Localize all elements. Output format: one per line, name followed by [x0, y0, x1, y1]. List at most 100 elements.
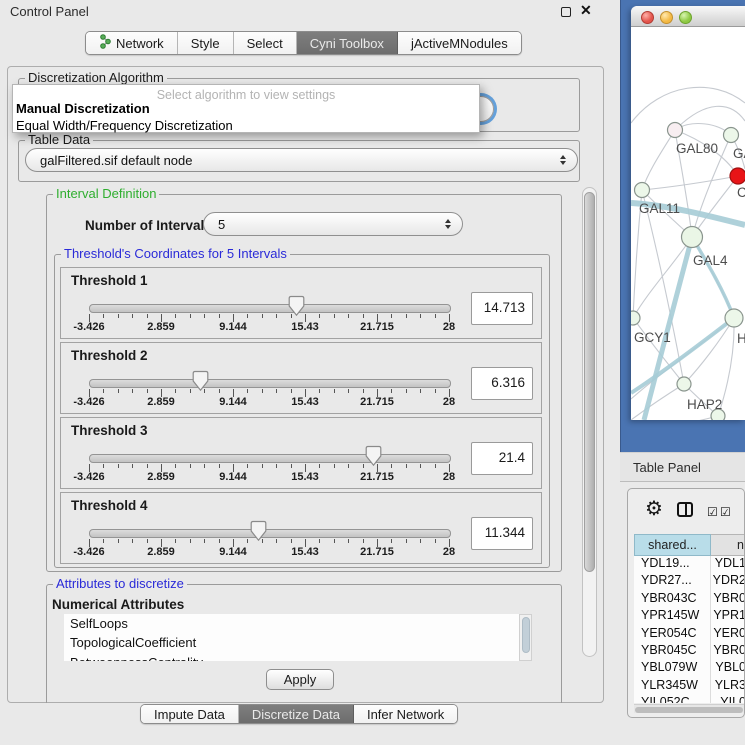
cell-name: YBL0: [709, 660, 745, 677]
network-node-label: H: [737, 331, 745, 346]
table-row[interactable]: YBR045CYBR0: [634, 643, 745, 660]
slider-thumb[interactable]: [288, 295, 305, 317]
tick-label: 2.859: [147, 546, 175, 558]
network-node-ga[interactable]: [724, 128, 739, 143]
slider-track[interactable]: [89, 304, 451, 313]
minor-tick: [420, 464, 421, 468]
minor-tick: [118, 539, 119, 543]
minor-tick: [247, 389, 248, 393]
cell-shared-name: YDR27...: [634, 573, 707, 590]
tab-style[interactable]: Style: [178, 32, 234, 54]
spinner-arrows-icon: [445, 219, 451, 229]
column-header-shared[interactable]: shared...: [634, 534, 711, 556]
network-node-c[interactable]: [730, 168, 745, 184]
minor-tick: [204, 539, 205, 543]
panel-scrollbar-thumb[interactable]: [584, 192, 595, 572]
gear-icon[interactable]: ⚙: [645, 496, 663, 521]
cell-shared-name: YBR045C: [634, 643, 707, 660]
minor-tick: [276, 314, 277, 318]
network-node-gcy1[interactable]: [631, 311, 640, 325]
minor-tick: [406, 539, 407, 543]
threshold-value-field[interactable]: 6.316: [471, 367, 533, 400]
minor-tick: [363, 539, 364, 543]
tab-infer-network[interactable]: Infer Network: [354, 705, 457, 723]
attribute-item-betweennesscentrality[interactable]: BetweennessCentrality: [64, 653, 519, 661]
table-hscrollbar[interactable]: [634, 704, 745, 713]
threshold-value-field[interactable]: 21.4: [471, 442, 533, 475]
tick-label: -3.426: [73, 546, 104, 558]
split-columns-icon[interactable]: [677, 502, 693, 517]
tick-label: -3.426: [73, 471, 104, 483]
slider-track[interactable]: [89, 529, 451, 538]
network-canvas[interactable]: GAL80GACGAL11GAL4GCY1HHAP2: [631, 27, 745, 420]
minor-tick: [132, 464, 133, 468]
minor-tick: [363, 314, 364, 318]
minimize-traffic-light-icon[interactable]: [660, 11, 673, 24]
table-row[interactable]: YBL079WYBL0: [634, 660, 745, 677]
network-node-h[interactable]: [725, 309, 743, 327]
tab-label: Infer Network: [367, 707, 444, 722]
column-header-name[interactable]: n...: [711, 534, 745, 556]
tick-label: 2.859: [147, 471, 175, 483]
number-of-intervals-combobox[interactable]: 5: [203, 212, 463, 236]
slider-thumb[interactable]: [365, 445, 382, 467]
network-node-gal80[interactable]: [668, 123, 683, 138]
apply-button[interactable]: Apply: [266, 669, 334, 690]
threshold-panel-4: Threshold 4-3.4262.8599.14415.4321.71528…: [60, 492, 542, 564]
close-traffic-light-icon[interactable]: [641, 11, 654, 24]
table-row[interactable]: YIL052CYIL0: [634, 695, 745, 703]
attribute-item-topologicalcoefficient[interactable]: TopologicalCoefficient: [64, 633, 519, 652]
threshold-value-field[interactable]: 11.344: [471, 517, 533, 550]
network-window[interactable]: GAL80GACGAL11GAL4GCY1HHAP2: [631, 6, 745, 420]
table-row[interactable]: YLR345WYLR3: [634, 678, 745, 695]
slider-track[interactable]: [89, 379, 451, 388]
checkbox-checked-icon[interactable]: ☑: [707, 505, 718, 519]
minor-tick: [262, 464, 263, 468]
network-node-gal11[interactable]: [635, 183, 650, 198]
attributes-scrollbar-thumb[interactable]: [522, 617, 530, 653]
slider-track[interactable]: [89, 454, 451, 463]
table-hscrollbar-thumb[interactable]: [635, 707, 743, 713]
minor-tick: [262, 314, 263, 318]
minor-tick: [103, 539, 104, 543]
minor-tick: [435, 539, 436, 543]
table-row[interactable]: YER054CYER0: [634, 626, 745, 643]
table-row[interactable]: YDR27...YDR2: [634, 573, 745, 590]
table-data-combobox[interactable]: galFiltered.sif default node: [25, 148, 578, 172]
tab-select[interactable]: Select: [234, 32, 297, 54]
attribute-item-selfloops[interactable]: SelfLoops: [64, 614, 519, 633]
table-row[interactable]: YBR043CYBR0: [634, 591, 745, 608]
network-node-hap2[interactable]: [677, 377, 691, 391]
minor-tick: [219, 464, 220, 468]
table-row[interactable]: YPR145WYPR1: [634, 608, 745, 625]
minor-tick: [420, 389, 421, 393]
network-window-titlebar[interactable]: [631, 6, 745, 27]
tab-label: Style: [191, 36, 220, 51]
tab-impute-data[interactable]: Impute Data: [141, 705, 239, 723]
slider-thumb[interactable]: [192, 370, 209, 392]
network-edge: [692, 176, 738, 237]
minor-tick: [204, 314, 205, 318]
tick-label: 9.144: [219, 321, 247, 333]
tab-discretize-data[interactable]: Discretize Data: [239, 705, 354, 723]
zoom-traffic-light-icon[interactable]: [679, 11, 692, 24]
tab-network[interactable]: Network: [86, 32, 178, 54]
network-node-label: GCY1: [634, 330, 671, 345]
slider-thumb[interactable]: [250, 520, 267, 542]
close-icon[interactable]: ✕: [580, 2, 592, 19]
algorithm-option-equal-width[interactable]: Equal Width/Frequency Discretization: [16, 118, 233, 133]
network-edge: [642, 176, 738, 190]
attributes-scrollbar[interactable]: [519, 614, 532, 661]
tab-cyni-toolbox[interactable]: Cyni Toolbox: [297, 32, 398, 54]
float-window-icon[interactable]: [561, 7, 571, 17]
minor-tick: [363, 464, 364, 468]
interval-definition-title: Interval Definition: [53, 186, 159, 201]
cell-name: YDR2: [707, 573, 745, 590]
minor-tick: [190, 464, 191, 468]
network-node-gal4[interactable]: [682, 227, 703, 248]
checkbox-checked-icon[interactable]: ☑: [720, 505, 731, 519]
threshold-value-field[interactable]: 14.713: [471, 292, 533, 325]
table-row[interactable]: YDL19...YDL1: [634, 556, 745, 573]
algorithm-option-manual[interactable]: Manual Discretization: [16, 101, 150, 116]
tab-jactivemnodules[interactable]: jActiveMNodules: [398, 32, 521, 54]
